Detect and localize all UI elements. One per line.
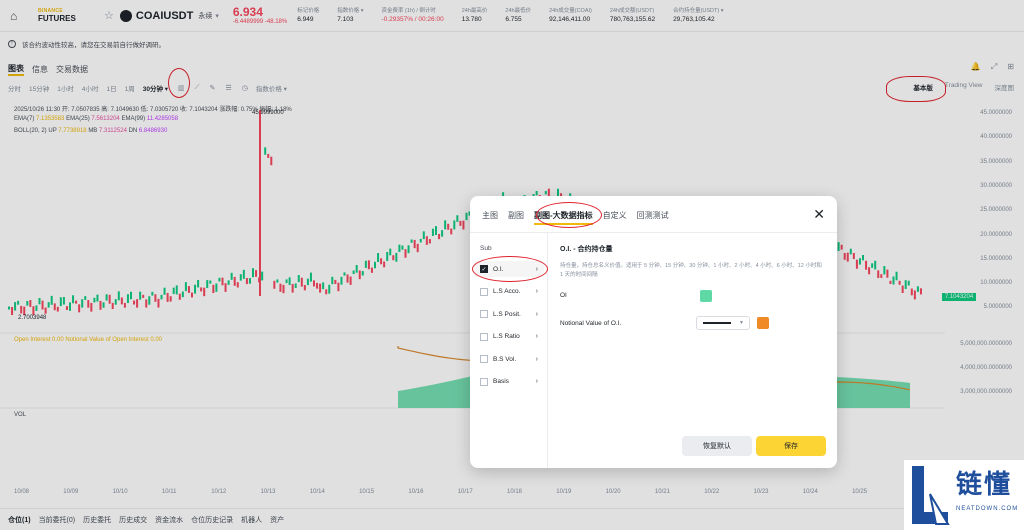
indicator-description: 持仓量，持仓总名义价值。适用于 5 分钟、15 分钟、30 分钟、1 小时、2 … bbox=[560, 263, 822, 278]
checkbox[interactable] bbox=[480, 355, 488, 363]
indicator-detail: O.I. - 合约持仓量 持仓量，持仓总名义价值。适用于 5 分钟、15 分钟、… bbox=[560, 244, 825, 280]
notional-color-swatch[interactable] bbox=[757, 317, 769, 329]
checkbox[interactable] bbox=[480, 332, 488, 341]
chevron-right-icon: › bbox=[535, 288, 538, 295]
highlight-annotation bbox=[472, 256, 548, 282]
chevron-down-icon: ▼ bbox=[739, 320, 744, 326]
checkbox[interactable] bbox=[480, 287, 488, 296]
oi-row-label: OI bbox=[560, 292, 567, 299]
watermark-en: NEATDOWN.COM bbox=[956, 506, 1019, 512]
indicator-item[interactable]: B.S Vol. › bbox=[474, 351, 544, 367]
neatdown-watermark: 链懂 NEATDOWN.COM bbox=[904, 460, 1024, 530]
notional-row-label: Notional Value of O.I. bbox=[560, 320, 622, 327]
checkbox[interactable] bbox=[480, 310, 488, 318]
watermark-cn: 链懂 bbox=[956, 469, 1013, 499]
indicator-item-label: L.S Acco. bbox=[493, 288, 521, 295]
indicator-item[interactable]: L.S Acco. › bbox=[474, 284, 544, 300]
close-icon[interactable]: ✕ bbox=[813, 206, 825, 223]
chevron-right-icon: › bbox=[535, 355, 538, 363]
watermark-logo-icon bbox=[912, 466, 950, 525]
chevron-right-icon: › bbox=[535, 310, 538, 318]
chevron-right-icon: › bbox=[535, 378, 538, 385]
tab-sub-chart[interactable]: 副图 bbox=[508, 210, 524, 225]
tab-main-chart[interactable]: 主图 bbox=[482, 210, 498, 225]
checkbox[interactable] bbox=[480, 377, 488, 386]
highlight-annotation bbox=[536, 202, 602, 228]
indicator-item-label: B.S Vol. bbox=[493, 355, 517, 363]
sub-label: Sub bbox=[480, 245, 492, 252]
reset-default-button[interactable]: 恢复默认 bbox=[682, 436, 752, 456]
indicator-item[interactable]: L.S Posit. › bbox=[474, 306, 544, 322]
indicator-item[interactable]: Basis › bbox=[474, 374, 544, 390]
notional-row: Notional Value of O.I. bbox=[560, 320, 621, 327]
save-button[interactable]: 保存 bbox=[756, 436, 826, 456]
oi-color-swatch[interactable] bbox=[700, 290, 712, 302]
tab-custom[interactable]: 自定义 bbox=[603, 210, 627, 225]
tab-backtest[interactable]: 回测测试 bbox=[637, 210, 669, 225]
line-style-preview bbox=[703, 322, 731, 324]
indicator-title: O.I. - 合约持仓量 bbox=[560, 246, 613, 253]
indicator-item[interactable]: L.S Ratio › bbox=[474, 329, 544, 345]
indicator-item-label: L.S Ratio bbox=[493, 333, 520, 340]
indicator-item-label: Basis bbox=[493, 378, 509, 385]
indicator-item-label: L.S Posit. bbox=[493, 310, 521, 318]
indicator-settings-modal: 主图 副图 副图-大数据指标 自定义 回测测试 ✕ Sub ✓ O.I. › L.S … bbox=[470, 196, 837, 468]
line-style-select[interactable]: ▼ bbox=[696, 316, 750, 330]
oi-row: OI bbox=[560, 292, 567, 299]
chevron-right-icon: › bbox=[535, 333, 538, 340]
